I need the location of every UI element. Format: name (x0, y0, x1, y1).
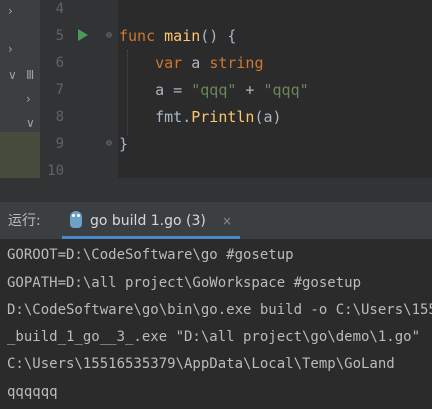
code-token: "qqq" (191, 81, 237, 99)
project-tree-row[interactable]: › (0, 88, 40, 110)
code-token: main (164, 27, 201, 45)
tree-collapse-icon: ∨ (8, 68, 17, 82)
console-line: _build_1_go__3_.exe "D:\all project\go\d… (7, 329, 421, 345)
run-console[interactable]: GOROOT=D:\CodeSoftware\go #gosetup GOPAT… (0, 239, 432, 409)
close-icon[interactable]: × (222, 202, 232, 240)
line-number: 10 (47, 163, 64, 178)
console-line: D:\CodeSoftware\go\bin\go.exe build -o C… (7, 302, 432, 318)
code-token: (a) (254, 108, 282, 126)
code-token: + (236, 81, 264, 99)
folder-icon: Ⅲ (26, 68, 35, 82)
editor-bottom-edge (0, 178, 432, 201)
run-tab-label: go build 1.go (3) (90, 213, 206, 229)
tree-arrow-icon: › (8, 42, 13, 56)
console-line: qqqqqq (7, 384, 58, 400)
line-number: 9 (55, 136, 64, 152)
code-token: a = (119, 81, 192, 99)
code-line: a = "qqq" + "qqq" (119, 77, 309, 104)
code-line: var a string (119, 50, 264, 77)
code-token: a (182, 54, 210, 72)
code-line: } (119, 131, 128, 158)
line-number: 8 (55, 109, 64, 125)
run-tab[interactable]: go build 1.go (3) × (62, 202, 240, 239)
line-number: 4 (55, 1, 64, 17)
run-panel-title: 运行: (8, 213, 41, 229)
project-panel-strip: › › ∨ Ⅲ › ∨ (0, 0, 40, 201)
project-tree-row[interactable]: ∨ (0, 112, 40, 134)
code-token: func (119, 27, 156, 45)
code-token: string (209, 54, 264, 72)
project-tree-row[interactable]: ∨ Ⅲ (0, 64, 40, 86)
tree-arrow-icon: › (8, 4, 13, 18)
line-number: 6 (55, 55, 64, 71)
tree-arrow-icon: › (26, 92, 31, 106)
code-token: Println (191, 108, 255, 126)
fold-close-icon[interactable]: ⊖ (106, 139, 116, 149)
console-line: C:\Users\15516535379\AppData\Local\Temp\… (7, 356, 395, 372)
code-line: func main() { (119, 23, 236, 50)
project-tree-row[interactable]: › (0, 38, 40, 60)
run-gutter-icon[interactable] (78, 29, 88, 41)
line-number: 5 (55, 28, 64, 44)
run-tool-window-header: 运行: go build 1.go (3) × (0, 201, 432, 241)
fold-open-icon[interactable]: ⊖ (106, 31, 116, 41)
console-line: GOROOT=D:\CodeSoftware\go #gosetup (7, 247, 294, 263)
code-line: fmt.Println(a) (119, 104, 282, 131)
code-token: fmt. (119, 108, 192, 126)
console-line: GOPATH=D:\all project\GoWorkspace #goset… (7, 275, 362, 291)
gopher-icon (70, 211, 82, 228)
code-token: var (155, 54, 183, 72)
code-token: } (119, 135, 129, 153)
tree-collapse-icon: ∨ (26, 116, 35, 130)
line-number: 7 (55, 82, 64, 98)
project-tree-row[interactable]: › (0, 0, 40, 22)
code-token: "qqq" (263, 81, 309, 99)
code-token: () { (200, 27, 237, 45)
